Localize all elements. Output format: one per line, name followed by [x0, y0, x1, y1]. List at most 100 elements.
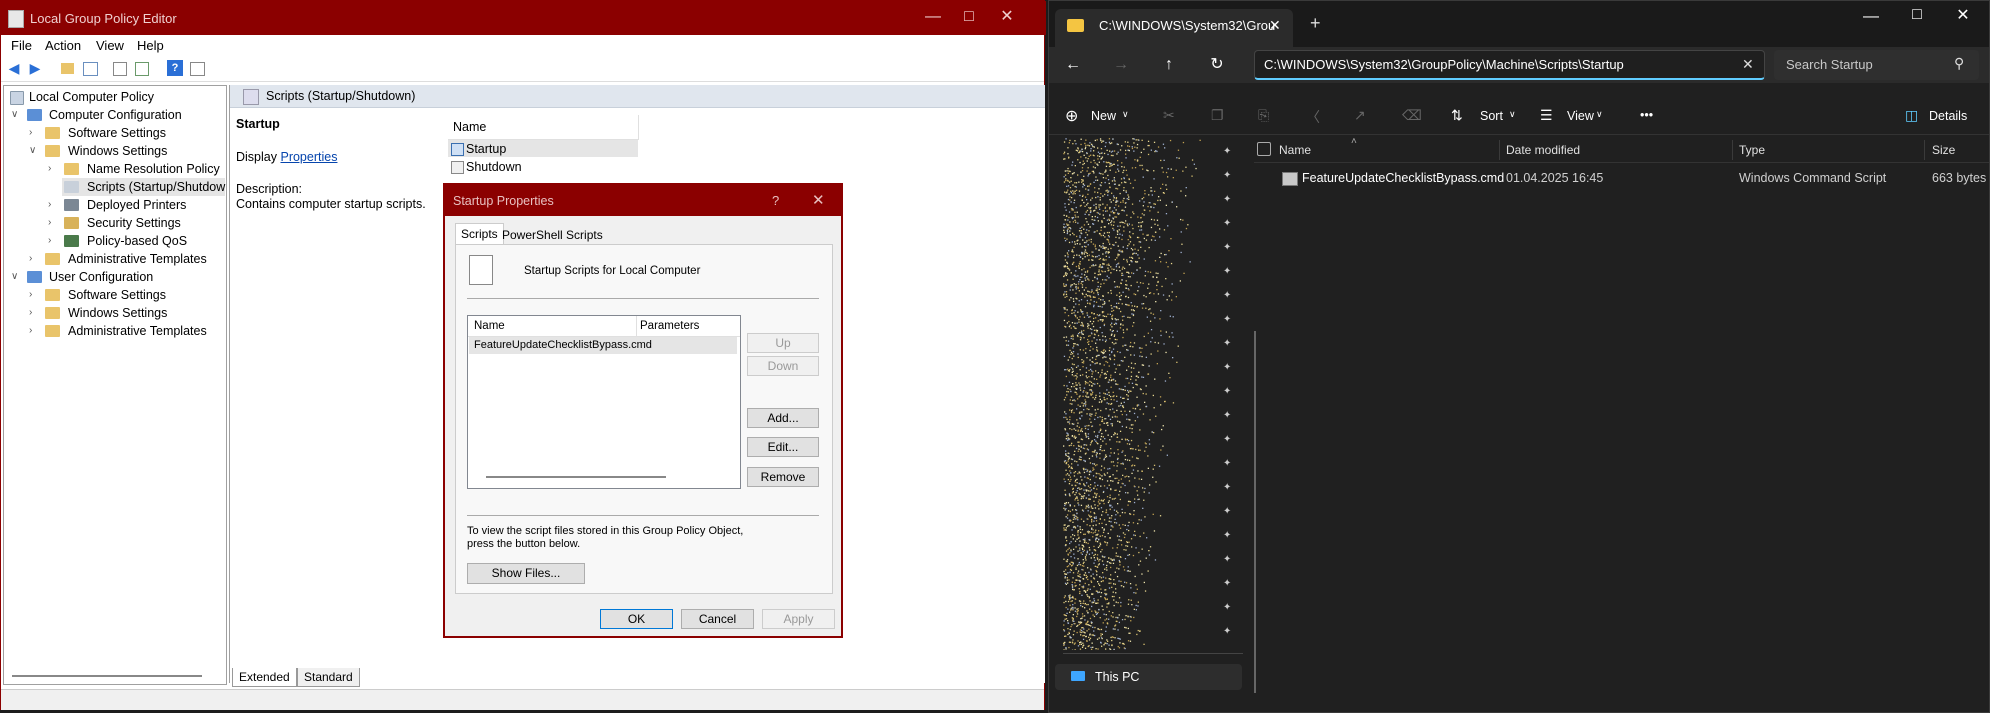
column-size[interactable]: Size [1932, 143, 1955, 157]
tree-node-policy-based-qos[interactable]: › Policy-based QoS [7, 232, 225, 250]
list-column-header[interactable]: Name [448, 115, 639, 140]
chevron-right-icon[interactable]: › [48, 214, 58, 232]
properties-icon[interactable] [113, 62, 127, 76]
up-folder-icon[interactable] [61, 63, 74, 74]
pin-icon[interactable]: ✦ [1223, 218, 1231, 229]
pin-icon[interactable]: ✦ [1223, 266, 1231, 277]
scripts-list[interactable]: Name Parameters FeatureUpdateChecklistBy… [467, 315, 741, 489]
chevron-right-icon[interactable]: › [29, 124, 39, 142]
pin-icon[interactable]: ✦ [1223, 458, 1231, 469]
pin-icon[interactable]: ✦ [1223, 386, 1231, 397]
share-icon[interactable]: ↗ [1354, 107, 1366, 124]
minimize-icon[interactable]: — [1861, 7, 1881, 27]
rename-icon[interactable]: 〈 [1306, 107, 1320, 127]
show-hide-tree-icon[interactable] [83, 62, 98, 76]
view-button[interactable]: View [1567, 109, 1594, 123]
search-box[interactable]: Search Startup ⚲ [1774, 50, 1979, 80]
tree-node-user-administrative-templates[interactable]: › Administrative Templates [7, 322, 225, 340]
new-tab-icon[interactable]: + [1310, 13, 1321, 34]
pin-icon[interactable]: ✦ [1223, 410, 1231, 421]
pin-icon[interactable]: ✦ [1223, 482, 1231, 493]
pin-icon[interactable]: ✦ [1223, 530, 1231, 541]
forward-icon[interactable]: → [1111, 55, 1131, 75]
menu-action[interactable]: Action [45, 38, 81, 53]
tree-node-security-settings[interactable]: › Security Settings [7, 214, 225, 232]
list-horizontal-scrollbar[interactable] [486, 476, 666, 478]
nav-item-this-pc[interactable]: This PC [1055, 664, 1242, 690]
address-bar[interactable]: C:\WINDOWS\System32\GroupPolicy\Machine\… [1254, 50, 1765, 80]
show-files-button[interactable]: Show Files... [467, 563, 585, 584]
new-plus-icon[interactable]: ⊕ [1065, 106, 1078, 126]
add-button[interactable]: Add... [747, 408, 819, 428]
sort-icon[interactable]: ⇅ [1451, 107, 1463, 124]
remove-button[interactable]: Remove [747, 467, 819, 487]
pin-icon[interactable]: ✦ [1223, 170, 1231, 181]
chevron-right-icon[interactable]: › [29, 304, 39, 322]
select-all-checkbox[interactable] [1257, 142, 1271, 156]
menu-view[interactable]: View [96, 38, 124, 53]
pin-icon[interactable]: ✦ [1223, 578, 1231, 589]
details-pane-icon[interactable]: ◫ [1905, 107, 1918, 124]
tree-node-user-software-settings[interactable]: › Software Settings [7, 286, 225, 304]
tree-node-windows-settings[interactable]: ∨ Windows Settings [7, 142, 225, 160]
pin-icon[interactable]: ✦ [1223, 194, 1231, 205]
view-icon[interactable]: ☰ [1540, 107, 1553, 124]
tree-node-name-resolution-policy[interactable]: › Name Resolution Policy [7, 160, 225, 178]
up-icon[interactable]: ↑ [1159, 55, 1179, 75]
menu-file[interactable]: File [11, 38, 32, 53]
back-icon[interactable]: ◀ [6, 60, 22, 76]
forward-icon[interactable]: ▶ [27, 60, 43, 76]
menu-help[interactable]: Help [137, 38, 164, 53]
search-icon[interactable]: ⚲ [1954, 55, 1964, 72]
chevron-down-icon[interactable]: ∨ [1122, 109, 1129, 120]
ok-button[interactable]: OK [600, 609, 673, 629]
chevron-right-icon[interactable]: › [29, 286, 39, 304]
edit-button[interactable]: Edit... [747, 437, 819, 457]
pin-icon[interactable]: ✦ [1223, 626, 1231, 637]
column-name[interactable]: Name [1279, 143, 1311, 157]
down-button[interactable]: Down [747, 356, 819, 376]
pin-icon[interactable]: ✦ [1223, 290, 1231, 301]
cut-icon[interactable]: ✂ [1163, 107, 1175, 124]
tree-node-administrative-templates[interactable]: › Administrative Templates [7, 250, 225, 268]
paste-icon[interactable]: ⎘ [1258, 107, 1269, 124]
copy-icon[interactable]: ❐ [1211, 107, 1224, 124]
tree-node-local-computer-policy[interactable]: Local Computer Policy [7, 88, 225, 106]
clear-address-icon[interactable]: ✕ [1742, 56, 1754, 73]
more-options-button[interactable]: ••• [1640, 108, 1653, 122]
pin-icon[interactable]: ✦ [1223, 506, 1231, 517]
column-name[interactable]: Name [474, 320, 505, 332]
chevron-down-icon[interactable]: ∨ [11, 268, 21, 286]
close-tab-icon[interactable]: ✕ [1269, 17, 1281, 34]
pin-icon[interactable]: ✦ [1223, 338, 1231, 349]
new-button[interactable]: New [1091, 109, 1116, 123]
chevron-right-icon[interactable]: › [48, 160, 58, 178]
tab-powershell-scripts[interactable]: PowerShell Scripts [497, 225, 608, 245]
delete-icon[interactable]: ⌫ [1402, 107, 1422, 124]
pin-icon[interactable]: ✦ [1223, 554, 1231, 565]
back-icon[interactable]: ← [1063, 55, 1083, 75]
chevron-right-icon[interactable]: › [48, 232, 58, 250]
chevron-down-icon[interactable]: ∨ [1509, 109, 1516, 120]
column-type[interactable]: Type [1739, 143, 1765, 157]
close-icon[interactable]: ✕ [812, 191, 825, 209]
chevron-right-icon[interactable]: › [48, 196, 58, 214]
maximize-icon[interactable]: □ [1907, 5, 1927, 25]
sort-button[interactable]: Sort [1480, 109, 1503, 123]
chevron-right-icon[interactable]: › [29, 250, 39, 268]
chevron-down-icon[interactable]: ∨ [1596, 109, 1603, 120]
apply-button[interactable]: Apply [762, 609, 835, 629]
file-row[interactable]: FeatureUpdateChecklistBypass.cmd 01.04.2… [1254, 167, 1989, 189]
tree-horizontal-scrollbar[interactable] [12, 675, 202, 677]
pin-icon[interactable]: ✦ [1223, 242, 1231, 253]
minimize-icon[interactable]: — [923, 7, 943, 27]
list-item[interactable]: FeatureUpdateChecklistBypass.cmd [469, 337, 737, 354]
properties-link[interactable]: Properties [280, 150, 337, 164]
filter-options-icon[interactable] [190, 62, 205, 76]
help-icon[interactable]: ? [167, 60, 183, 76]
pin-icon[interactable]: ✦ [1223, 314, 1231, 325]
tab-standard[interactable]: Standard [297, 668, 360, 687]
tree-node-user-windows-settings[interactable]: › Windows Settings [7, 304, 225, 322]
explorer-tab[interactable]: C:\WINDOWS\System32\Grou ✕ [1055, 9, 1293, 47]
nav-pane-scrollbar[interactable] [1254, 331, 1256, 693]
